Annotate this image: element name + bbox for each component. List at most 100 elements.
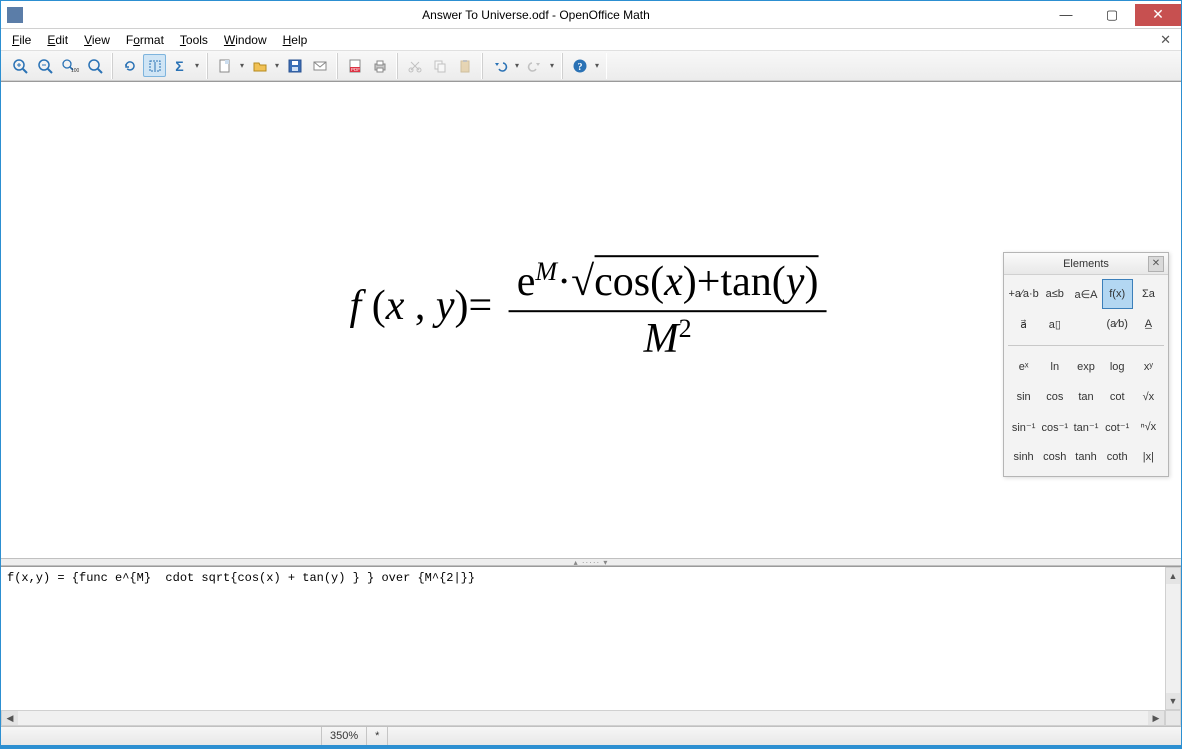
scroll-up-icon[interactable]: ▲	[1166, 568, 1180, 584]
new-dropdown[interactable]: ▾	[237, 61, 247, 70]
elements-close-button[interactable]: ✕	[1148, 256, 1164, 272]
editor-vscroll[interactable]: ▲ ▼	[1165, 567, 1181, 710]
fn-acot[interactable]: cot⁻¹	[1102, 412, 1133, 442]
y2: y	[786, 259, 805, 305]
print-button[interactable]	[368, 54, 391, 77]
svg-text:?: ?	[577, 62, 582, 73]
app-icon	[7, 7, 23, 23]
fn-tanh[interactable]: tanh	[1070, 442, 1101, 472]
scroll-right-icon[interactable]: ▶	[1148, 711, 1164, 725]
cat-set[interactable]: a∈A	[1070, 279, 1101, 309]
redo-dropdown[interactable]: ▾	[547, 61, 557, 70]
open-button[interactable]	[248, 54, 271, 77]
fn-atan[interactable]: tan⁻¹	[1070, 412, 1101, 442]
cat-others[interactable]: a▯	[1039, 309, 1070, 339]
undo-dropdown[interactable]: ▾	[512, 61, 522, 70]
undo-button[interactable]	[488, 54, 511, 77]
menu-window[interactable]: Window	[217, 31, 274, 49]
splitter[interactable]: ▴ ····· ▾	[1, 558, 1181, 566]
new-button[interactable]	[213, 54, 236, 77]
lparen: (	[361, 283, 386, 329]
app-window: Answer To Universe.odf - OpenOffice Math…	[0, 0, 1182, 749]
open-dropdown[interactable]: ▾	[272, 61, 282, 70]
fn-exp[interactable]: exp	[1070, 352, 1101, 382]
help-button[interactable]: ?	[568, 54, 591, 77]
cat-brackets[interactable]: (a⁄b)	[1102, 309, 1133, 339]
fn-xy[interactable]: xʸ	[1133, 352, 1164, 382]
fn-coth[interactable]: coth	[1102, 442, 1133, 472]
email-button[interactable]	[308, 54, 331, 77]
fn-abs[interactable]: |x|	[1133, 442, 1164, 472]
status-zoom[interactable]: 350%	[321, 727, 366, 745]
elements-title-label: Elements	[1063, 258, 1109, 270]
cat-relations[interactable]: a≤b	[1039, 279, 1070, 309]
menu-view[interactable]: View	[77, 31, 117, 49]
cat-functions[interactable]: f(x)	[1102, 279, 1133, 309]
category-grid: +a⁄a·b a≤b a∈A f(x) Σa a⃗ a▯ (a⁄b) A̲	[1004, 275, 1168, 343]
tan: tan	[720, 259, 771, 305]
zoom-out-button[interactable]	[33, 54, 56, 77]
export-pdf-button[interactable]: PDF	[343, 54, 366, 77]
scroll-left-icon[interactable]: ◀	[2, 711, 18, 725]
refresh-button[interactable]	[118, 54, 141, 77]
fn-cot[interactable]: cot	[1102, 382, 1133, 412]
document-close-button[interactable]: ✕	[1154, 32, 1177, 48]
sqrt-body: cos(x)+tan(y)	[594, 255, 818, 306]
formula-canvas[interactable]: f (x , y)= eM·√cos(x)+tan(y) M2 Elements…	[1, 82, 1181, 558]
cat-operators[interactable]: Σa	[1133, 279, 1164, 309]
paste-button[interactable]	[453, 54, 476, 77]
denominator: M2	[509, 312, 827, 363]
fn-log[interactable]: log	[1102, 352, 1133, 382]
fn-tan[interactable]: tan	[1070, 382, 1101, 412]
elements-toggle-button[interactable]: Σ	[168, 54, 191, 77]
cat-attributes[interactable]: a⃗	[1008, 309, 1039, 339]
cat-formats[interactable]: A̲	[1133, 309, 1164, 339]
copy-button[interactable]	[428, 54, 451, 77]
fn-asin[interactable]: sin⁻¹	[1008, 412, 1039, 442]
fn-ln[interactable]: ln	[1039, 352, 1070, 382]
editor-area: ▲ ▼ ◀ ▶	[1, 566, 1181, 726]
fn-ex[interactable]: eˣ	[1008, 352, 1039, 382]
status-modified[interactable]: *	[366, 727, 387, 745]
formula-rendered: f (x , y)= eM·√cos(x)+tan(y) M2	[350, 255, 833, 363]
fn-sin[interactable]: sin	[1008, 382, 1039, 412]
cat-empty	[1070, 309, 1101, 339]
scroll-corner	[1165, 710, 1181, 726]
redo-button[interactable]	[523, 54, 546, 77]
zoom-in-button[interactable]	[8, 54, 31, 77]
fn-cosh[interactable]: cosh	[1039, 442, 1070, 472]
maximize-button[interactable]: ▢	[1089, 4, 1135, 26]
scroll-down-icon[interactable]: ▼	[1166, 693, 1180, 709]
open1: (	[650, 259, 664, 305]
editor-hscroll[interactable]: ◀ ▶	[1, 710, 1165, 726]
menu-edit[interactable]: Edit	[40, 31, 75, 49]
menu-format[interactable]: Format	[119, 31, 171, 49]
vscroll-track[interactable]	[1166, 584, 1180, 693]
zoom-fit-button[interactable]	[83, 54, 106, 77]
fn-sinh[interactable]: sinh	[1008, 442, 1039, 472]
cat-unary[interactable]: +a⁄a·b	[1008, 279, 1039, 309]
window-title: Answer To Universe.odf - OpenOffice Math	[29, 8, 1043, 22]
menu-help[interactable]: Help	[276, 31, 315, 49]
fn-cos[interactable]: cos	[1039, 382, 1070, 412]
fn-sqrt[interactable]: √x	[1133, 382, 1164, 412]
equals: =	[469, 283, 493, 329]
sup-M: M	[535, 257, 557, 286]
cut-button[interactable]	[403, 54, 426, 77]
formula-editor[interactable]	[1, 567, 1165, 710]
formula-cursor-button[interactable]	[143, 54, 166, 77]
close-button[interactable]: ✕	[1135, 4, 1181, 26]
fn-nroot[interactable]: ⁿ√x	[1133, 412, 1164, 442]
e: e	[517, 259, 536, 305]
menu-file[interactable]: File	[5, 31, 38, 49]
minimize-button[interactable]: —	[1043, 4, 1089, 26]
toolbar-overflow-1[interactable]: ▾	[192, 61, 202, 70]
save-button[interactable]	[283, 54, 306, 77]
elements-panel[interactable]: Elements ✕ +a⁄a·b a≤b a∈A f(x) Σa a⃗ a▯ …	[1003, 252, 1169, 477]
toolbar-overflow-2[interactable]: ▾	[592, 61, 602, 70]
menu-tools[interactable]: Tools	[173, 31, 215, 49]
elements-title[interactable]: Elements ✕	[1004, 253, 1168, 275]
close2: )	[804, 259, 818, 305]
fn-acos[interactable]: cos⁻¹	[1039, 412, 1070, 442]
zoom-100-button[interactable]: 100	[58, 54, 81, 77]
